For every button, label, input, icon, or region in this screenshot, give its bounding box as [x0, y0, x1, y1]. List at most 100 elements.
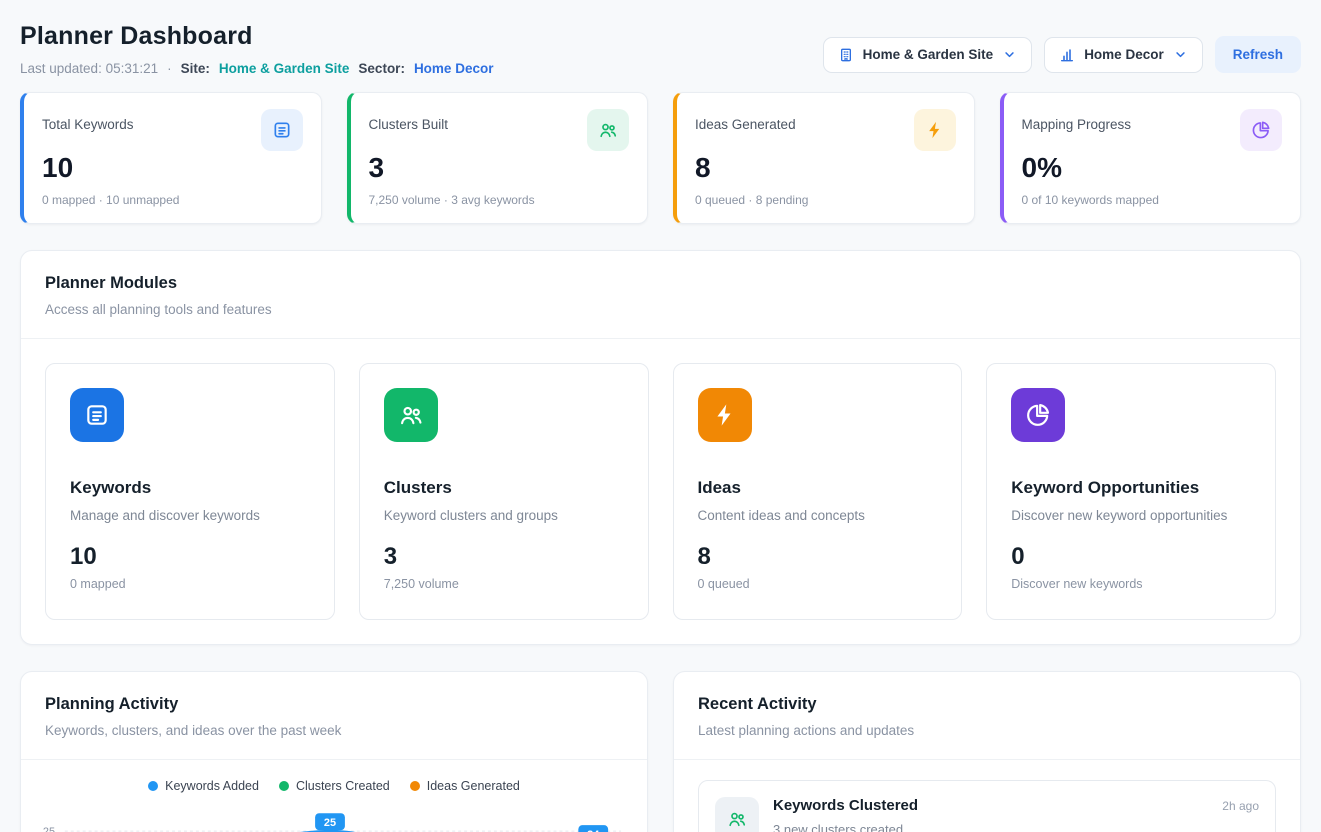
module-description: Discover new keyword opportunities	[1011, 508, 1251, 523]
stats-row: Total Keywords 10 0 mapped · 10 unmapped…	[20, 92, 1301, 224]
chevron-down-icon	[1173, 47, 1188, 62]
module-value: 0	[1011, 543, 1251, 571]
module-card-keyword-opportunities[interactable]: Keyword Opportunities Discover new keywo…	[986, 363, 1276, 620]
module-card-ideas[interactable]: Ideas Content ideas and concepts 8 0 que…	[673, 363, 963, 620]
activity-description: 3 new clusters created	[773, 822, 1259, 832]
stat-card-total-keywords: Total Keywords 10 0 mapped · 10 unmapped	[20, 92, 322, 224]
stat-label: Clusters Built	[369, 109, 449, 132]
refresh-button[interactable]: Refresh	[1215, 36, 1301, 73]
meta-separator: ·	[167, 61, 172, 76]
panel-subtitle: Latest planning actions and updates	[698, 723, 1276, 738]
stat-label: Total Keywords	[42, 109, 134, 132]
stat-value: 0%	[1022, 152, 1283, 184]
stat-card-clusters-built: Clusters Built 3 7,250 volume · 3 avg ke…	[347, 92, 649, 224]
legend-label: Clusters Created	[296, 779, 390, 793]
module-title: Ideas	[698, 478, 938, 498]
legend-dot	[279, 781, 289, 791]
panel-subtitle: Access all planning tools and features	[45, 302, 1276, 317]
header-left: Planner Dashboard Last updated: 05:31:21…	[20, 22, 493, 76]
site-selector-value: Home & Garden Site	[863, 47, 994, 62]
y-axis-tick: 25	[43, 826, 55, 832]
stat-value: 3	[369, 152, 630, 184]
activity-title: Keywords Clustered	[773, 797, 918, 814]
recent-activity-panel: Recent Activity Latest planning actions …	[673, 671, 1301, 832]
site-selector-dropdown[interactable]: Home & Garden Site	[823, 37, 1033, 73]
stat-label: Mapping Progress	[1022, 109, 1132, 132]
module-description: Manage and discover keywords	[70, 508, 310, 523]
site-link[interactable]: Home & Garden Site	[219, 61, 350, 76]
pie-chart-icon	[1240, 109, 1282, 151]
legend-dot	[148, 781, 158, 791]
sector-link[interactable]: Home Decor	[414, 61, 494, 76]
panel-subtitle: Keywords, clusters, and ideas over the p…	[45, 723, 623, 738]
legend-item-ideas-generated: Ideas Generated	[410, 779, 520, 793]
point-label: 25	[324, 817, 336, 829]
panel-header: Planning Activity Keywords, clusters, an…	[21, 672, 647, 759]
panel-header: Planner Modules Access all planning tool…	[21, 251, 1300, 338]
panel-title: Recent Activity	[698, 695, 1276, 714]
bottom-row: Planning Activity Keywords, clusters, an…	[20, 671, 1301, 832]
module-card-clusters[interactable]: Clusters Keyword clusters and groups 3 7…	[359, 363, 649, 620]
panel-title: Planner Modules	[45, 274, 1276, 293]
meta-line: Last updated: 05:31:21 · Site: Home & Ga…	[20, 61, 493, 76]
module-detail: 7,250 volume	[384, 577, 624, 591]
bolt-icon	[914, 109, 956, 151]
stat-detail: 0 queued · 8 pending	[695, 193, 956, 207]
document-icon	[70, 388, 124, 442]
bar-chart-icon	[1059, 47, 1075, 63]
site-label: Site:	[181, 61, 210, 76]
bolt-icon	[698, 388, 752, 442]
users-icon	[587, 109, 629, 151]
document-icon	[261, 109, 303, 151]
sector-selector-value: Home Decor	[1084, 47, 1164, 62]
activity-body: Keywords Clustered 2h ago 3 new clusters…	[773, 797, 1259, 832]
module-value: 3	[384, 543, 624, 571]
last-updated-text: Last updated: 05:31:21	[20, 61, 158, 76]
page-title: Planner Dashboard	[20, 22, 493, 51]
module-title: Clusters	[384, 478, 624, 498]
module-value: 8	[698, 543, 938, 571]
sector-label: Sector:	[358, 61, 405, 76]
chevron-down-icon	[1002, 47, 1017, 62]
module-detail: 0 queued	[698, 577, 938, 591]
stat-detail: 7,250 volume · 3 avg keywords	[369, 193, 630, 207]
header-controls: Home & Garden Site Home Decor Refresh	[823, 22, 1301, 73]
planning-activity-panel: Planning Activity Keywords, clusters, an…	[20, 671, 648, 832]
legend-label: Keywords Added	[165, 779, 259, 793]
stat-detail: 0 of 10 keywords mapped	[1022, 193, 1283, 207]
legend-item-keywords-added: Keywords Added	[148, 779, 259, 793]
module-description: Keyword clusters and groups	[384, 508, 624, 523]
line-chart: 25 25 24	[33, 805, 629, 832]
pie-chart-icon	[1011, 388, 1065, 442]
panel-header: Recent Activity Latest planning actions …	[674, 672, 1300, 759]
module-title: Keyword Opportunities	[1011, 478, 1251, 498]
modules-grid: Keywords Manage and discover keywords 10…	[21, 339, 1300, 644]
stat-card-mapping-progress: Mapping Progress 0% 0 of 10 keywords map…	[1000, 92, 1302, 224]
panel-title: Planning Activity	[45, 695, 623, 714]
activity-timestamp: 2h ago	[1222, 797, 1259, 813]
activity-item-keywords-clustered: Keywords Clustered 2h ago 3 new clusters…	[698, 780, 1276, 832]
legend-dot	[410, 781, 420, 791]
module-detail: 0 mapped	[70, 577, 310, 591]
users-icon	[384, 388, 438, 442]
module-value: 10	[70, 543, 310, 571]
legend-item-clusters-created: Clusters Created	[279, 779, 390, 793]
stat-label: Ideas Generated	[695, 109, 796, 132]
stat-value: 10	[42, 152, 303, 184]
header: Planner Dashboard Last updated: 05:31:21…	[20, 22, 1301, 76]
planning-activity-chart: 25 25 24	[21, 797, 647, 832]
module-description: Content ideas and concepts	[698, 508, 938, 523]
planner-modules-panel: Planner Modules Access all planning tool…	[20, 250, 1301, 645]
sector-selector-dropdown[interactable]: Home Decor	[1044, 37, 1203, 73]
stat-value: 8	[695, 152, 956, 184]
module-detail: Discover new keywords	[1011, 577, 1251, 591]
module-card-keywords[interactable]: Keywords Manage and discover keywords 10…	[45, 363, 335, 620]
divider	[674, 759, 1300, 760]
users-icon	[715, 797, 759, 832]
chart-legend: Keywords Added Clusters Created Ideas Ge…	[21, 760, 647, 797]
stat-card-ideas-generated: Ideas Generated 8 0 queued · 8 pending	[673, 92, 975, 224]
planner-dashboard-page: Planner Dashboard Last updated: 05:31:21…	[0, 0, 1321, 832]
building-icon	[838, 47, 854, 63]
legend-label: Ideas Generated	[427, 779, 520, 793]
stat-detail: 0 mapped · 10 unmapped	[42, 193, 303, 207]
